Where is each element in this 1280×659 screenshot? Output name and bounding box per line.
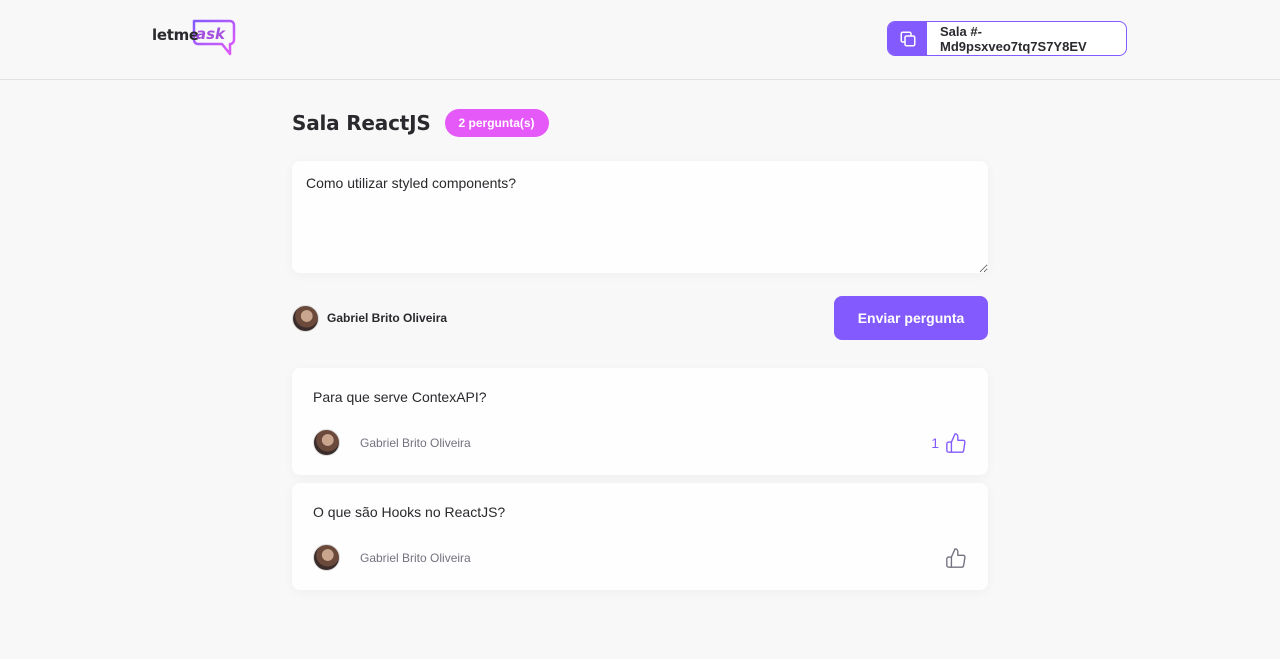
question-content: O que são Hooks no ReactJS?	[313, 504, 506, 520]
room-code-text: Sala #-Md9psxveo7tq7S7Y8EV	[940, 23, 1087, 54]
question-footer: Gabriel Brito Oliveira 1	[313, 429, 967, 456]
room-title-row: Sala ReactJS 2 pergunta(s)	[292, 108, 988, 138]
send-question-button[interactable]: Enviar pergunta	[834, 296, 988, 340]
user-avatar	[292, 304, 319, 332]
question-author: Gabriel Brito Oliveira	[313, 544, 471, 571]
form-footer: Gabriel Brito Oliveira Enviar pergunta	[292, 296, 988, 340]
copy-icon	[888, 22, 927, 55]
page-header: letme ask Sala #-Md9psxveo7tq7S7Y8EV	[0, 0, 1280, 80]
copy-room-code-button[interactable]: Sala #-Md9psxveo7tq7S7Y8EV	[887, 21, 1127, 56]
author-name: Gabriel Brito Oliveira	[360, 550, 471, 565]
question-author: Gabriel Brito Oliveira	[313, 429, 471, 456]
question-card: O que são Hooks no ReactJS? Gabriel Brit…	[292, 483, 988, 590]
main-content: Sala ReactJS 2 pergunta(s) Como utilizar…	[292, 108, 988, 598]
logo-letme-text: letme	[152, 26, 199, 44]
letmeask-logo[interactable]: letme ask	[152, 18, 236, 58]
logo-ask-text: ask	[196, 25, 226, 43]
author-name: Gabriel Brito Oliveira	[360, 435, 471, 450]
question-count-badge: 2 pergunta(s)	[444, 109, 549, 137]
thumbs-up-icon	[946, 547, 966, 568]
like-button[interactable]	[945, 547, 967, 569]
question-list: Para que serve ContexAPI? Gabriel Brito …	[292, 368, 988, 590]
question-footer: Gabriel Brito Oliveira	[313, 544, 967, 571]
question-content: Para que serve ContexAPI?	[313, 389, 487, 405]
author-avatar	[313, 429, 340, 456]
like-count: 1	[931, 434, 939, 451]
current-user-info: Gabriel Brito Oliveira	[292, 304, 448, 332]
thumbs-up-icon	[946, 432, 966, 453]
author-avatar	[313, 544, 340, 571]
question-textarea[interactable]: Como utilizar styled components?	[292, 161, 988, 273]
room-title: Sala ReactJS	[292, 111, 431, 135]
question-card: Para que serve ContexAPI? Gabriel Brito …	[292, 368, 988, 475]
like-button[interactable]: 1	[931, 432, 967, 454]
user-name: Gabriel Brito Oliveira	[327, 311, 448, 325]
new-question-form: Como utilizar styled components? Gabriel…	[292, 161, 988, 340]
